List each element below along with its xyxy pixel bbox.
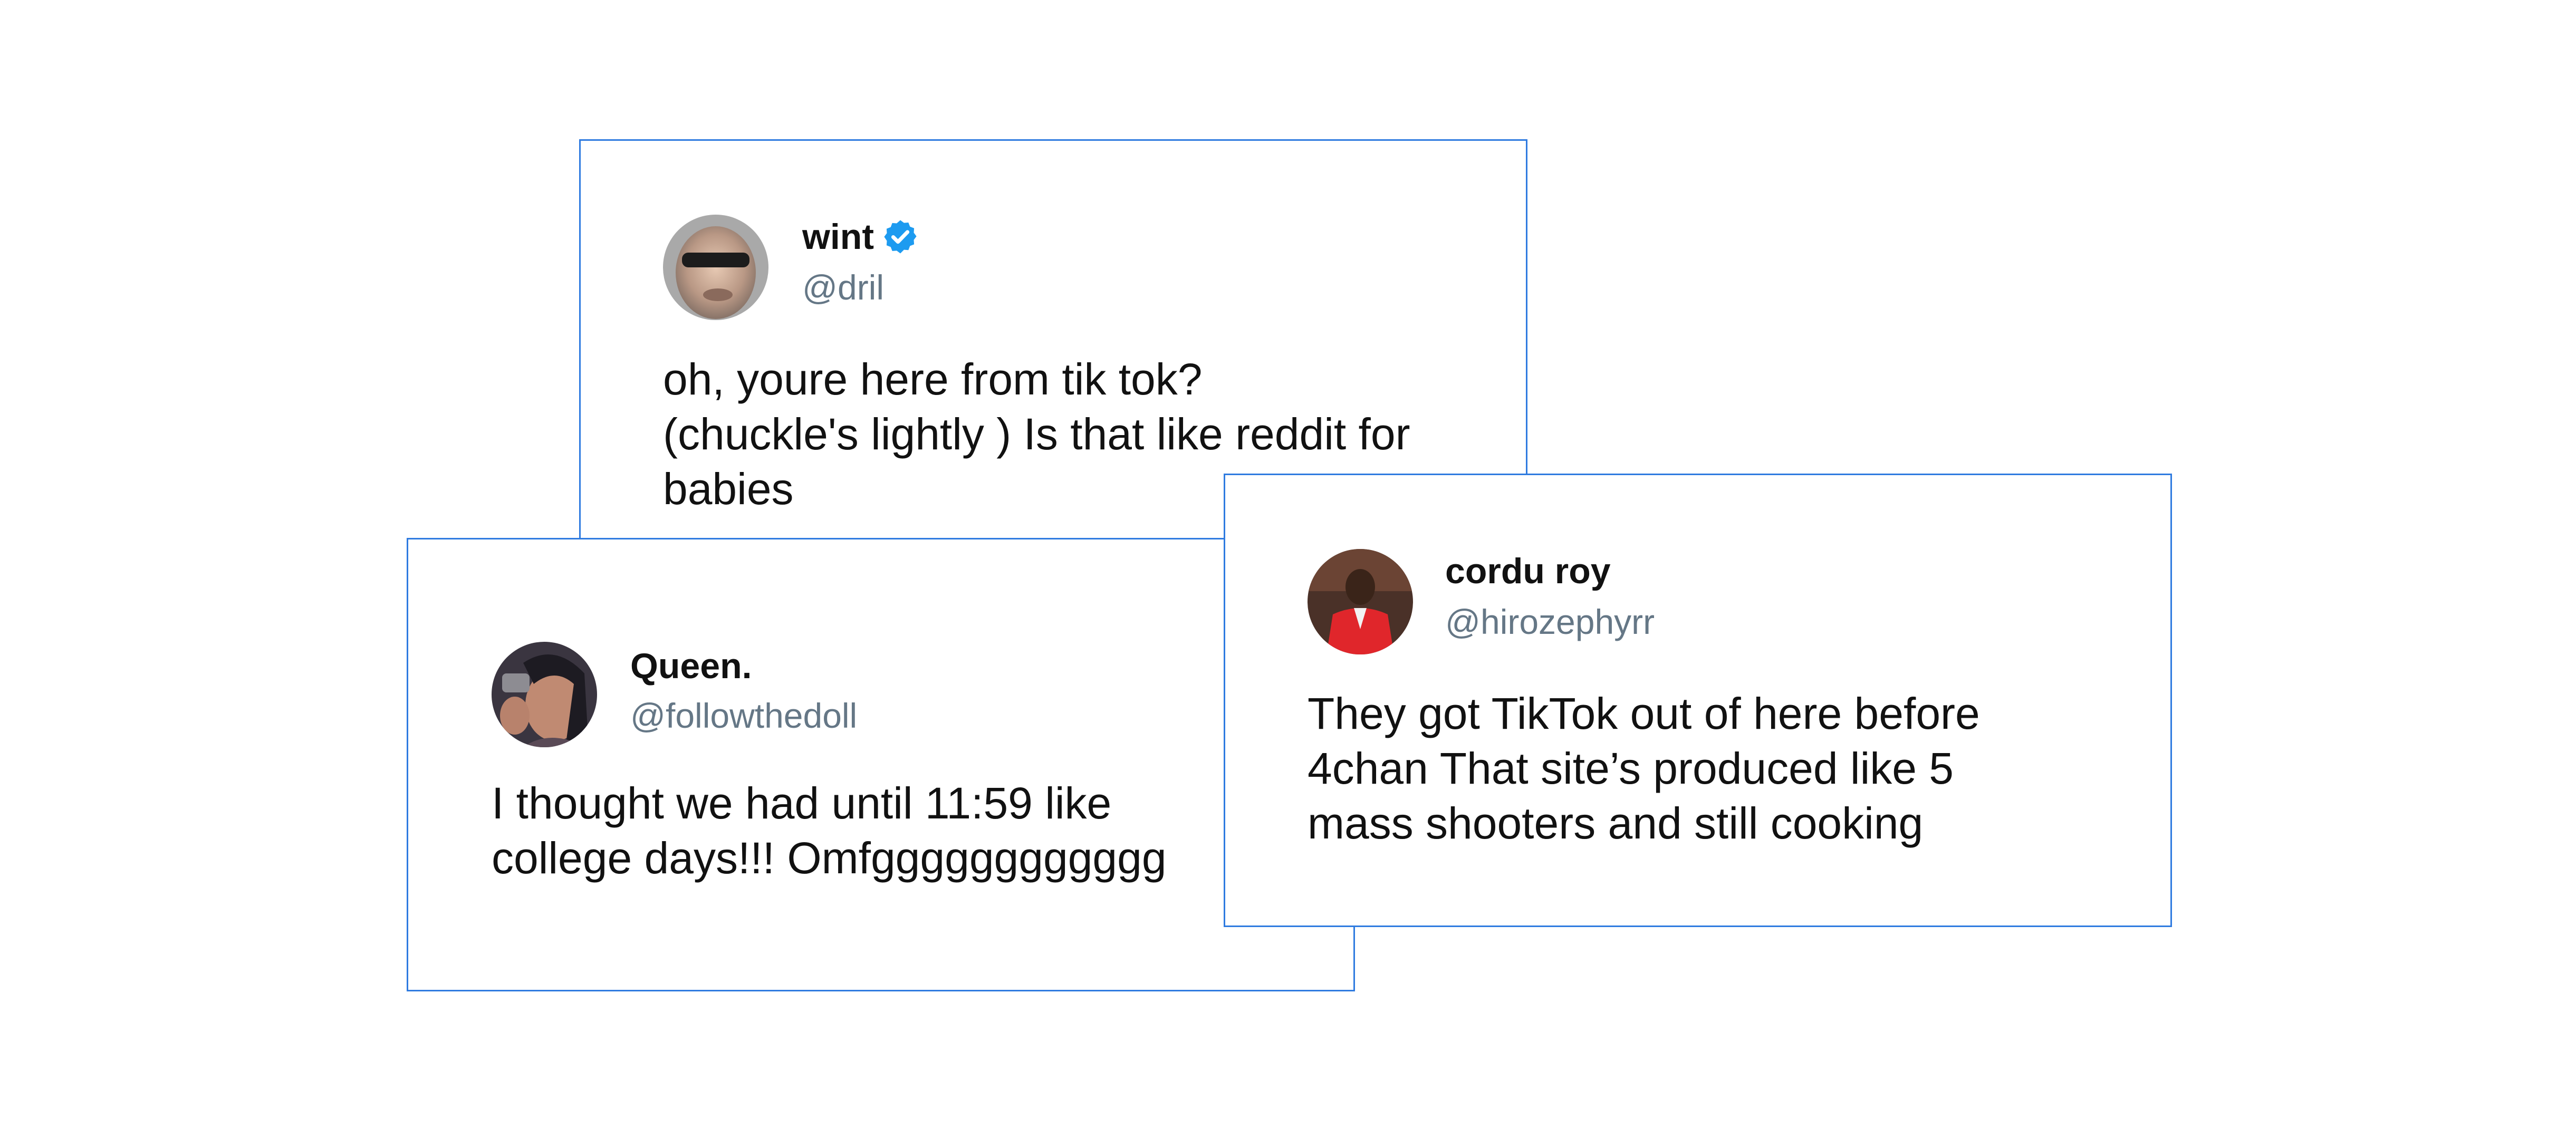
tweet-card-cordu: cordu roy @hirozephyrr They got TikTok o… (1224, 474, 2172, 927)
handle[interactable]: @followthedoll (630, 695, 857, 737)
handle[interactable]: @dril (802, 266, 884, 308)
avatar-dril-image (663, 215, 768, 320)
tweet-text: I thought we had until 11:59 like colleg… (492, 778, 1167, 883)
avatar-queen-image (492, 642, 597, 747)
avatar[interactable] (663, 215, 768, 320)
avatar-cordu-image (1308, 549, 1413, 654)
display-name[interactable]: cordu roy (1445, 550, 1611, 592)
verified-badge-icon (881, 218, 919, 256)
display-name[interactable]: Queen. (630, 645, 752, 687)
handle[interactable]: @hirozephyrr (1445, 601, 1655, 643)
display-name[interactable]: wint (802, 216, 919, 258)
tweet-card-queen: Queen. @followthedoll I thought we had u… (407, 538, 1355, 991)
avatar[interactable] (1308, 549, 1413, 654)
avatar[interactable] (492, 642, 597, 747)
tweet-text: They got TikTok out of here before 4chan… (1308, 689, 1980, 848)
display-name-text: wint (802, 217, 874, 257)
